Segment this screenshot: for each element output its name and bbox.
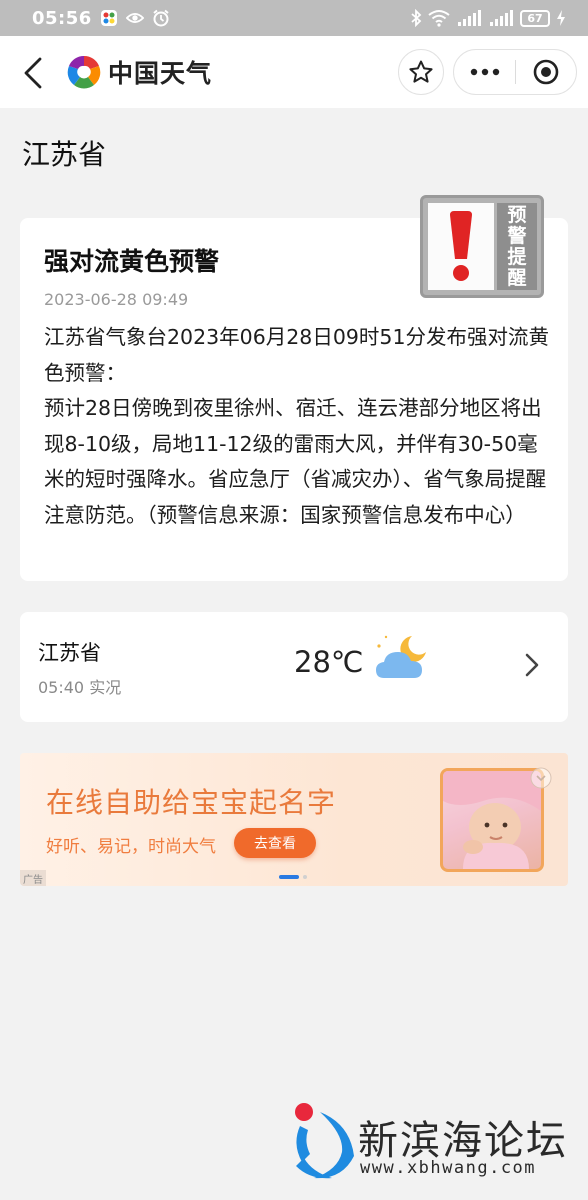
xinbinhai-logo-icon [295, 1103, 354, 1179]
chevron-right-icon[interactable] [522, 652, 542, 678]
exclamation-icon [450, 210, 472, 281]
baby-illustration [443, 771, 541, 869]
badge-char-2: 警 [507, 224, 527, 247]
pager-dot-active [279, 875, 299, 879]
signal-5g-icon [490, 10, 513, 26]
pager-dot [303, 875, 307, 879]
target-circle-icon [533, 59, 559, 85]
close-miniprogram-button[interactable] [516, 50, 576, 94]
more-button[interactable] [454, 50, 515, 94]
status-right: 67 [410, 9, 566, 27]
badge-alert-area [428, 203, 494, 290]
warning-body: 江苏省气象台2023年06月28日09时51分发布强对流黄色预警： 预计28日傍… [44, 325, 550, 527]
badge-char-1: 预 [507, 203, 527, 226]
warning-badge: 预 警 提 醒 [420, 195, 544, 298]
battery-indicator: 67 [520, 9, 550, 27]
more-dots-icon [470, 68, 499, 76]
ad-tag: 广告 [20, 870, 46, 886]
ad-close-icon[interactable] [530, 767, 552, 789]
china-weather-logo-icon [67, 55, 101, 89]
miniprogram-capsule [453, 49, 577, 95]
star-icon [409, 60, 433, 83]
watermark-url: www.xbhwang.com [360, 1158, 537, 1178]
ad-subtitle: 好听、易记，时尚大气 [46, 837, 216, 857]
signal-4g-icon [458, 10, 481, 26]
warning-title: 强对流黄色预警 [44, 247, 220, 276]
wifi-icon [428, 10, 450, 27]
ad-pager-dots [279, 875, 307, 879]
weather-temperature: 28℃ [294, 645, 364, 679]
page-title: 江苏省 [22, 138, 107, 171]
weather-observed-time: 05:40 实况 [38, 678, 122, 697]
badge-char-3: 提 [507, 245, 527, 268]
bluetooth-icon [411, 9, 422, 27]
badge-label: 预 警 提 醒 [497, 203, 537, 290]
badge-char-4: 醒 [507, 266, 527, 289]
back-arrow-icon[interactable] [20, 56, 46, 90]
app-name: 中国天气 [108, 59, 213, 88]
ad-banner[interactable]: 在线自助给宝宝起名字 好听、易记，时尚大气 去查看 广告 [20, 753, 568, 886]
forum-watermark: 新滨海论坛 www.xbhwang.com [290, 1100, 580, 1190]
warning-time: 2023-06-28 09:49 [44, 290, 189, 309]
app-notification-icon [100, 10, 117, 26]
ad-title: 在线自助给宝宝起名字 [46, 786, 337, 819]
status-time: 05:56 [32, 7, 92, 29]
weather-location: 江苏省 [38, 641, 101, 665]
alarm-icon [153, 9, 169, 27]
app-brand: 中国天气 [66, 53, 212, 91]
status-left: 05:56 [32, 8, 170, 29]
ad-baby-photo [440, 768, 544, 872]
weather-card[interactable]: 江苏省 05:40 实况 28℃ [20, 612, 568, 722]
eye-icon [125, 13, 144, 23]
status-bar: 05:56 67 [0, 0, 588, 36]
favorite-button[interactable] [398, 49, 444, 95]
navigation-bar: 中国天气 [0, 36, 588, 108]
ad-cta-button[interactable]: 去查看 [234, 828, 316, 858]
partly-cloudy-night-icon [376, 635, 426, 678]
charging-icon [557, 10, 565, 26]
